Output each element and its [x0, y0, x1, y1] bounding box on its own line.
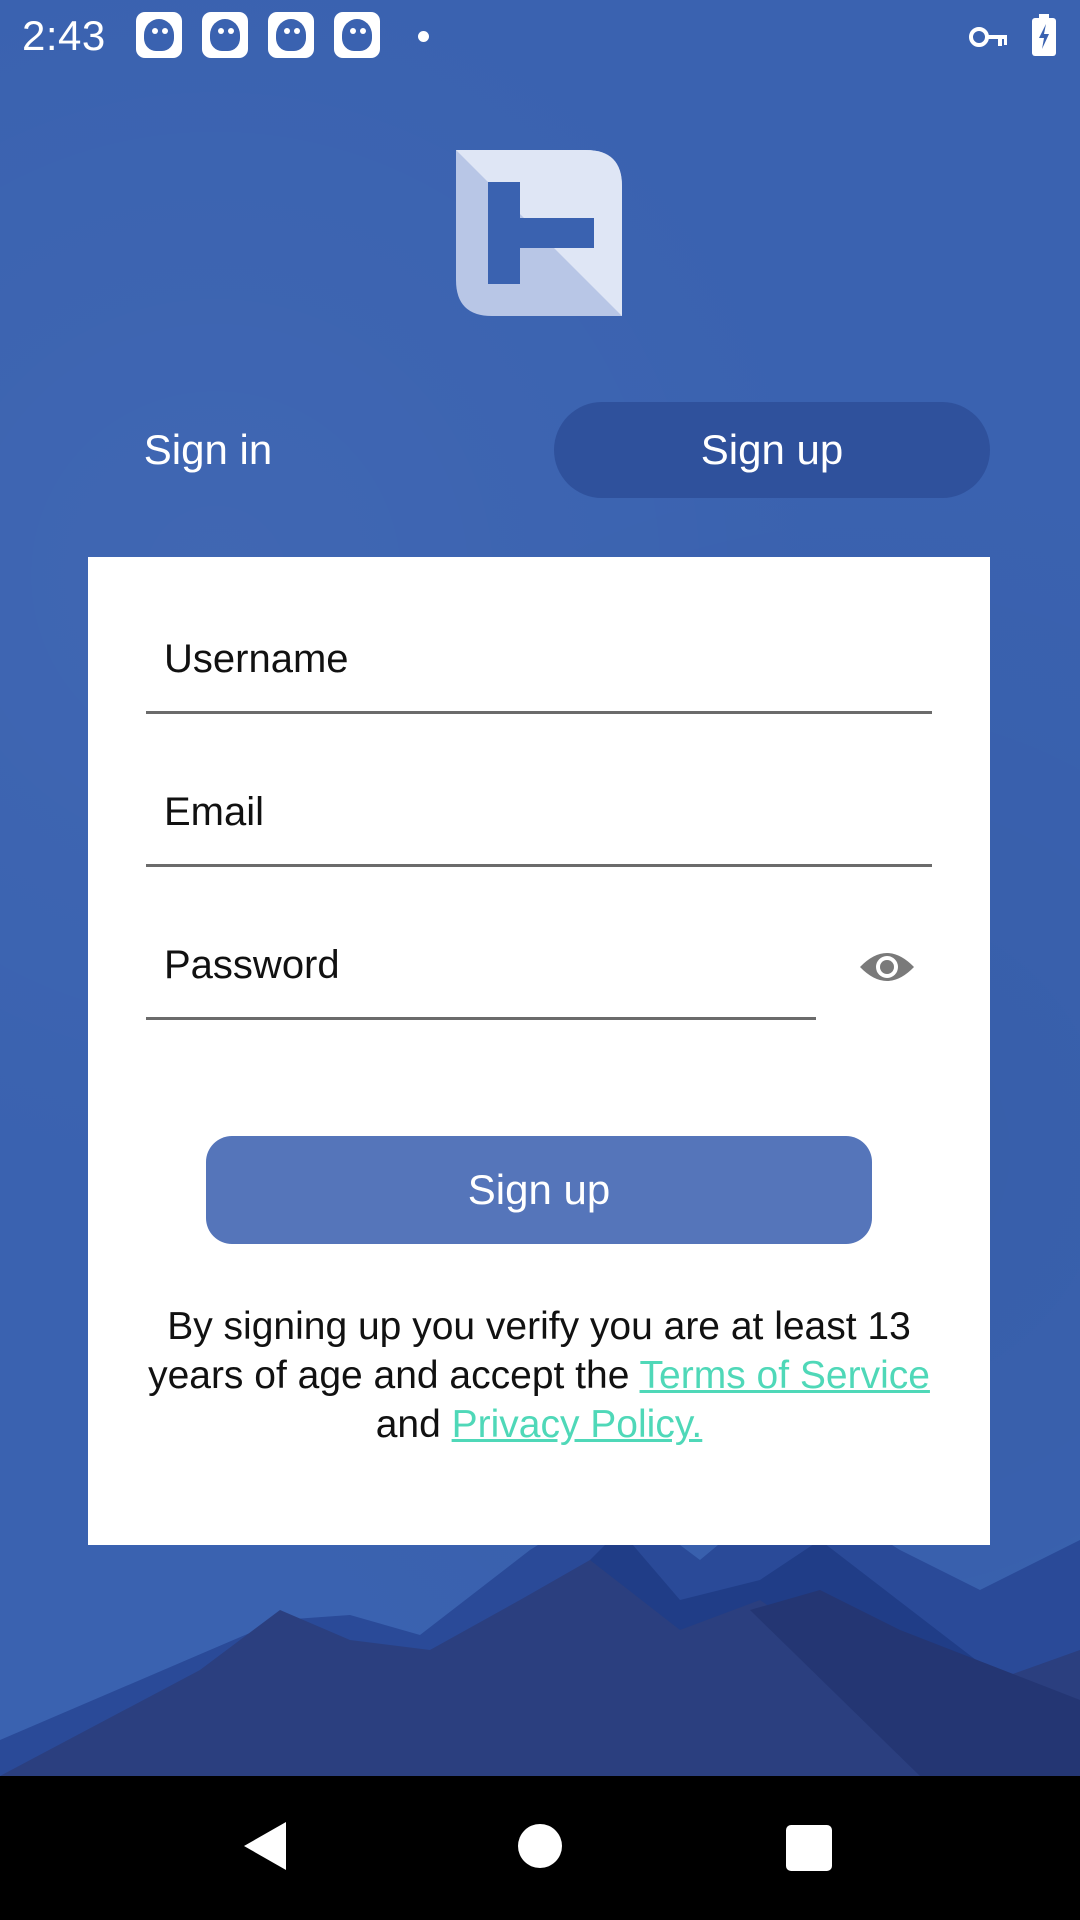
username-field[interactable]: Username [146, 637, 932, 717]
password-field[interactable]: Password [146, 943, 816, 1023]
app-logo [456, 150, 622, 316]
status-time: 2:43 [22, 12, 106, 59]
terms-notice: By signing up you verify you are at leas… [128, 1302, 950, 1449]
email-placeholder: Email [164, 790, 265, 834]
show-password-eye-icon[interactable] [858, 947, 916, 987]
bird-app-icon [334, 12, 380, 58]
tab-sign-up[interactable]: Sign up [554, 402, 990, 498]
email-underline [146, 864, 932, 867]
status-bar: 2:43 [0, 0, 1080, 72]
more-notifications-dot [418, 31, 429, 42]
vpn-key-icon [969, 27, 1007, 47]
terms-of-service-link[interactable]: Terms of Service [640, 1354, 930, 1397]
email-field[interactable]: Email [146, 790, 932, 870]
battery-charging-icon [1032, 14, 1056, 56]
back-icon[interactable] [242, 1820, 288, 1872]
password-placeholder: Password [164, 943, 340, 987]
bird-app-icon [202, 12, 248, 58]
username-underline [146, 711, 932, 714]
terms-and-text: and [375, 1403, 452, 1446]
bird-app-icon [268, 12, 314, 58]
password-underline [146, 1017, 816, 1020]
home-icon[interactable] [518, 1824, 562, 1868]
privacy-policy-link[interactable]: Privacy Policy. [452, 1403, 703, 1446]
recents-icon[interactable] [786, 1825, 832, 1871]
username-placeholder: Username [164, 637, 349, 681]
navigation-bar [0, 1776, 1080, 1920]
bird-app-icon [136, 12, 182, 58]
tab-sign-in[interactable]: Sign in [88, 402, 328, 498]
sign-up-button[interactable]: Sign up [206, 1136, 872, 1244]
signup-form-card: Username Email Password Sign up By signi… [88, 557, 990, 1545]
